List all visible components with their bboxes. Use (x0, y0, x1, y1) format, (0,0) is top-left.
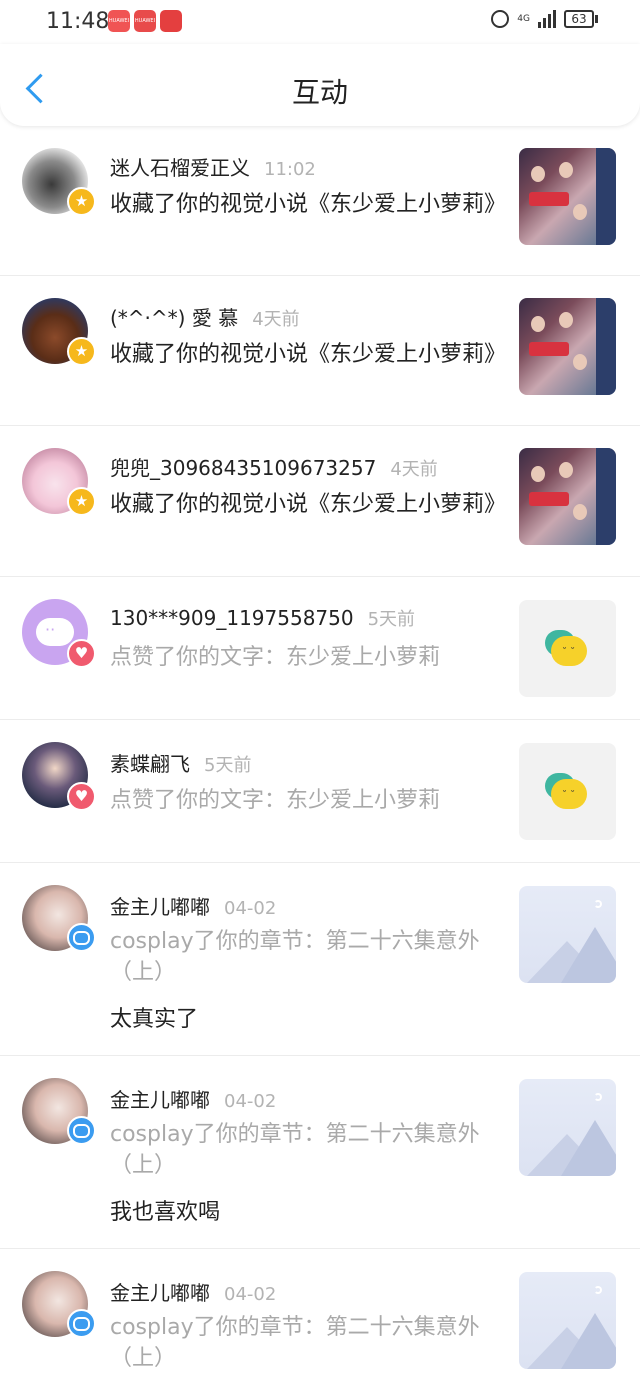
user-name[interactable]: 素蝶翩飞 (110, 752, 190, 776)
list-item[interactable]: 金主儿嘟嘟 04-02 cosplay了你的章节：第二十六集意外（上） (0, 1249, 640, 1389)
heart-icon: ♥ (67, 782, 96, 811)
book-cover-thumbnail[interactable] (519, 448, 616, 545)
user-name[interactable]: 金主儿嘟嘟 (110, 1281, 210, 1305)
status-bar: 11:48 HUAWEI HUAWEI 4G 63 (0, 0, 640, 44)
network-type: 4G (517, 13, 530, 24)
comment-icon (67, 923, 96, 952)
comment-icon (67, 1309, 96, 1338)
action-text: 点赞了你的文字：东少爱上小萝莉 (110, 788, 441, 813)
timestamp: 5天前 (367, 609, 416, 630)
action-text: 收藏了你的视觉小说《东少爱上小萝莉》 (110, 492, 507, 517)
page-header: 互动 (0, 44, 640, 126)
book-cover-thumbnail[interactable] (519, 148, 616, 245)
status-indicators: 4G 63 (491, 10, 598, 28)
list-item[interactable]: ♥ 130***909_1197558750 5天前 点赞了你的文字：东少爱上小萝… (0, 577, 640, 720)
alarm-icon (491, 10, 510, 28)
store-app-icon (160, 10, 182, 32)
action-text: cosplay了你的章节：第二十六集意外（上） (110, 1122, 480, 1178)
chat-placeholder-thumbnail[interactable]: ˘ ˘ (519, 600, 616, 697)
list-item[interactable]: ★ (*^·^*) 愛 慕 4天前 收藏了你的视觉小说《东少爱上小萝莉》 (0, 276, 640, 426)
book-cover-thumbnail[interactable] (519, 298, 616, 395)
star-icon: ★ (67, 187, 96, 216)
action-text: 收藏了你的视觉小说《东少爱上小萝莉》 (110, 342, 507, 367)
huawei-app-icon: HUAWEI (134, 10, 156, 32)
action-text: 点赞了你的文字：东少爱上小萝莉 (110, 645, 441, 670)
list-item[interactable]: 金主儿嘟嘟 04-02 cosplay了你的章节：第二十六集意外（上） 太真实了 (0, 863, 640, 1056)
landscape-placeholder-thumbnail[interactable] (519, 886, 616, 983)
status-time: 11:48 (46, 9, 110, 34)
timestamp: 4天前 (390, 459, 438, 480)
landscape-placeholder-thumbnail[interactable] (519, 1272, 616, 1369)
landscape-placeholder-thumbnail[interactable] (519, 1079, 616, 1176)
battery-level: 63 (564, 10, 594, 28)
star-icon: ★ (67, 487, 96, 516)
action-text: 收藏了你的视觉小说《东少爱上小萝莉》 (110, 192, 507, 217)
user-name[interactable]: 130***909_1197558750 (110, 606, 354, 630)
user-name[interactable]: 金主儿嘟嘟 (110, 1088, 210, 1112)
timestamp: 04-02 (224, 1284, 277, 1305)
notification-icons: HUAWEI HUAWEI (108, 10, 182, 32)
star-icon: ★ (67, 337, 96, 366)
heart-icon: ♥ (67, 639, 96, 668)
list-item[interactable]: ★ 迷人石榴爱正义 11:02 收藏了你的视觉小说《东少爱上小萝莉》 (0, 126, 640, 276)
chat-placeholder-thumbnail[interactable]: ˘ ˘ (519, 743, 616, 840)
comment-text: 太真实了 (110, 1007, 199, 1032)
user-name[interactable]: 金主儿嘟嘟 (110, 895, 210, 919)
timestamp: 11:02 (264, 159, 316, 180)
huawei-app-icon: HUAWEI (108, 10, 130, 32)
page-title: 互动 (291, 76, 348, 109)
timestamp: 04-02 (224, 1091, 277, 1112)
user-name[interactable]: 兜兜_30968435109673257 (110, 456, 376, 480)
timestamp: 5天前 (204, 755, 252, 776)
action-text: cosplay了你的章节：第二十六集意外（上） (110, 929, 480, 985)
list-item[interactable]: ♥ 素蝶翩飞 5天前 点赞了你的文字：东少爱上小萝莉 ˘ ˘ (0, 720, 640, 863)
comment-text: 我也喜欢喝 (110, 1200, 221, 1225)
user-name[interactable]: (*^·^*) 愛 慕 (110, 306, 238, 330)
action-text: cosplay了你的章节：第二十六集意外（上） (110, 1315, 480, 1371)
signal-icon (538, 10, 556, 28)
timestamp: 04-02 (224, 898, 277, 919)
interaction-list: ★ 迷人石榴爱正义 11:02 收藏了你的视觉小说《东少爱上小萝莉》 ★ (*^·… (0, 126, 640, 1389)
timestamp: 4天前 (252, 309, 300, 330)
list-item[interactable]: 金主儿嘟嘟 04-02 cosplay了你的章节：第二十六集意外（上） 我也喜欢喝 (0, 1056, 640, 1249)
user-name[interactable]: 迷人石榴爱正义 (110, 156, 250, 180)
battery-icon: 63 (564, 10, 598, 28)
list-item[interactable]: ★ 兜兜_30968435109673257 4天前 收藏了你的视觉小说《东少爱上… (0, 426, 640, 577)
comment-icon (67, 1116, 96, 1145)
